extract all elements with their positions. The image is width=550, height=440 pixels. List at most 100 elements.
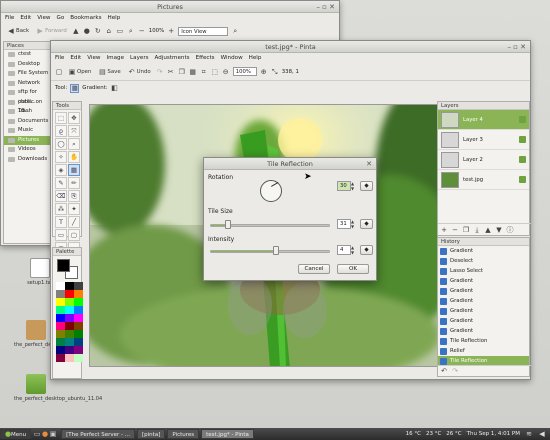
duplicate-layer-icon[interactable]: ❐ [462, 226, 470, 234]
terminal-icon[interactable]: ▣ [49, 430, 57, 438]
palette-swatch[interactable] [65, 322, 74, 330]
reset-intensity-button[interactable]: ◆ [360, 245, 373, 255]
palette-swatch[interactable] [56, 314, 65, 322]
start-menu-button[interactable]: ●Menu [0, 429, 32, 439]
taskbar-task[interactable]: test.jpg* - Pinta [201, 429, 254, 439]
places-item[interactable]: Pictures [4, 135, 52, 145]
palette-swatch[interactable] [65, 298, 74, 306]
taskbar-task[interactable]: [pinta] [137, 429, 166, 439]
rectangle-select-icon[interactable]: ⬚ [55, 112, 67, 124]
tile-size-knob[interactable] [225, 220, 231, 229]
history-item[interactable]: Gradient [438, 326, 529, 336]
palette-swatch[interactable] [65, 330, 74, 338]
zoom-out-icon[interactable]: ⊖ [222, 68, 230, 76]
reload-icon[interactable]: ↻ [94, 27, 102, 35]
ok-button[interactable]: OK [337, 264, 369, 274]
reset-rotation-button[interactable]: ◆ [360, 181, 373, 191]
palette-swatch[interactable] [56, 322, 65, 330]
history-item[interactable]: Lasso Select [438, 266, 529, 276]
palette-swatch[interactable] [65, 282, 74, 290]
paste-icon[interactable]: ▦ [189, 68, 197, 76]
new-icon[interactable]: ▢ [55, 68, 63, 76]
menu-edit[interactable]: Edit [70, 53, 81, 63]
layer-down-icon[interactable]: ▼ [495, 226, 503, 234]
find-icon[interactable]: ⌕ [231, 27, 239, 35]
history-item[interactable]: Relief [438, 346, 529, 356]
history-item[interactable]: Gradient [438, 306, 529, 316]
line-icon[interactable]: ╱ [68, 216, 80, 228]
places-item[interactable]: Music [4, 126, 52, 136]
primary-color-swatch[interactable] [57, 259, 70, 272]
menu-go[interactable]: Go [57, 13, 65, 23]
back-button[interactable]: ◀ Back [5, 27, 31, 36]
places-item[interactable]: public on 18... [4, 98, 52, 114]
intensity-slider[interactable] [210, 250, 330, 253]
palette-swatch[interactable] [74, 354, 83, 362]
rounded-rectangle-icon[interactable]: ▢ [68, 229, 80, 241]
history-item[interactable]: Deselect [438, 256, 529, 266]
palette-swatch[interactable] [56, 330, 65, 338]
palette-swatch[interactable] [56, 306, 65, 314]
rotation-value[interactable]: 30 [337, 181, 351, 191]
ellipse-select-icon[interactable]: ◯ [55, 138, 67, 150]
palette-swatch[interactable] [56, 282, 65, 290]
palette-swatch[interactable] [74, 322, 83, 330]
palette-swatch[interactable] [56, 346, 65, 354]
redo-icon[interactable]: ↷ [451, 367, 459, 375]
palette-swatch[interactable] [56, 290, 65, 298]
palette-swatch[interactable] [65, 346, 74, 354]
window-controls[interactable]: – ▫ ✕ [316, 1, 335, 13]
menu-adjustments[interactable]: Adjustments [155, 53, 190, 63]
layer-up-icon[interactable]: ▲ [484, 226, 492, 234]
clone-stamp-icon[interactable]: ⎘ [68, 190, 80, 202]
view-mode-select[interactable]: Icon View [178, 26, 229, 36]
history-item[interactable]: Gradient [438, 296, 529, 306]
zoom-tool-icon[interactable]: ⌕ [68, 138, 80, 150]
tile-size-value[interactable]: 31 [337, 219, 351, 229]
layer-row[interactable]: Layer 3 [438, 130, 529, 150]
gradient-tool-icon[interactable]: ▦ [68, 164, 80, 176]
palette-swatch[interactable] [56, 298, 65, 306]
palette-swatch[interactable] [74, 282, 83, 290]
layer-row[interactable]: test.jpg [438, 170, 529, 190]
window-controls[interactable]: – ▫ ✕ [507, 41, 526, 53]
menu-bookmarks[interactable]: Bookmarks [70, 13, 101, 23]
places-item[interactable]: Downloads [4, 155, 52, 165]
spinner-arrows-icon[interactable]: ▲ ▼ [351, 219, 356, 229]
color-picker-icon[interactable]: ⁂ [55, 203, 67, 215]
open-button[interactable]: ▣ Open [66, 67, 93, 76]
move-selection-icon[interactable]: ⤧ [68, 125, 80, 137]
dialog-close-icon[interactable]: ✕ [366, 158, 372, 170]
places-item[interactable]: File System [4, 69, 52, 79]
layer-row[interactable]: Layer 4 [438, 110, 529, 130]
cancel-button[interactable]: Cancel [298, 264, 330, 274]
search-icon[interactable]: ⌕ [127, 27, 135, 35]
palette-swatch[interactable] [56, 338, 65, 346]
menu-view[interactable]: View [87, 53, 100, 63]
history-item[interactable]: Tile Reflection [438, 336, 529, 346]
volume-icon[interactable]: ◀ [538, 430, 546, 438]
places-item[interactable]: Videos [4, 145, 52, 155]
menu-file[interactable]: File [5, 13, 14, 23]
palette-swatch[interactable] [65, 354, 74, 362]
palette-swatch[interactable] [65, 306, 74, 314]
lasso-icon[interactable]: ϱ [55, 125, 67, 137]
places-item[interactable]: sftp for chris... [4, 88, 52, 105]
taskbar-task[interactable]: [The Perfect Server - ... [61, 429, 136, 439]
rectangle-icon[interactable]: ▭ [55, 229, 67, 241]
pencil-icon[interactable]: ✏ [68, 177, 80, 189]
zoom-in-icon[interactable]: + [167, 27, 175, 35]
places-item[interactable]: Documents [4, 117, 52, 127]
zoom-field[interactable]: 100% [232, 67, 257, 76]
reset-tile-size-button[interactable]: ◆ [360, 219, 373, 229]
forward-button[interactable]: ▶ Forward [34, 27, 69, 36]
palette-swatch[interactable] [56, 354, 65, 362]
recolor-icon[interactable]: ✦ [68, 203, 80, 215]
network-icon[interactable]: ≋ [525, 430, 533, 438]
layer-visibility-checkbox[interactable] [519, 156, 526, 163]
palette-swatch[interactable] [74, 306, 83, 314]
cut-icon[interactable]: ✂ [167, 68, 175, 76]
layer-visibility-checkbox[interactable] [519, 176, 526, 183]
palette-swatch[interactable] [65, 314, 74, 322]
intensity-knob[interactable] [273, 246, 279, 255]
